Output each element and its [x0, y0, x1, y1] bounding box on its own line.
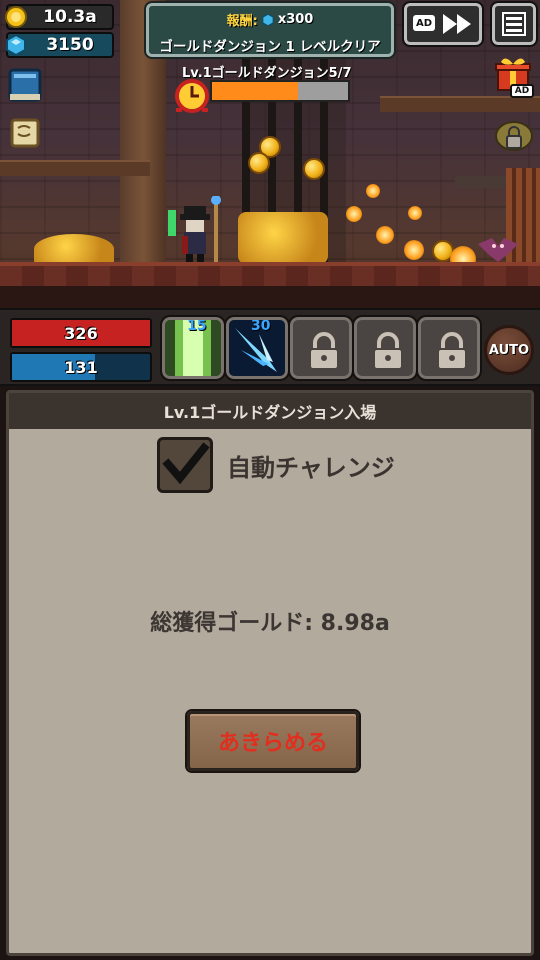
gold-coin-icon	[5, 6, 27, 28]
gold-coin	[248, 152, 270, 174]
dungeon-entry-dialog: Lv.1ゴールドダンジョン入場 自動チャレンジ 総獲得ゴールド: 8.98a あ…	[6, 390, 534, 956]
give-up-button[interactable]: あきらめる	[185, 709, 361, 773]
gem-icon	[6, 33, 26, 57]
spellbook-icon[interactable]	[4, 64, 46, 106]
gem-counter: 3150	[6, 32, 114, 58]
skill-slot-2[interactable]: 30	[224, 315, 290, 381]
auto-challenge-toggle[interactable]: 自動チャレンジ	[157, 437, 395, 493]
gold-pile	[34, 234, 114, 264]
wooden-beam	[0, 160, 150, 176]
spark	[376, 226, 394, 244]
auto-challenge-checkbox[interactable]	[157, 437, 213, 493]
reward-amount: x300	[277, 12, 314, 27]
skill-bar: 326 131 15 30 AUTO	[0, 308, 540, 386]
floor-shadow	[0, 286, 540, 308]
stage-progress-fill	[212, 82, 298, 100]
locked-pet-icon[interactable]	[490, 112, 538, 160]
enemy-bat	[478, 238, 518, 262]
gift-ad-badge: AD	[510, 84, 534, 98]
mp-bar: 131	[10, 352, 152, 382]
scroll-icon[interactable]	[4, 112, 46, 154]
menu-button[interactable]	[490, 1, 538, 47]
skill-slot-1[interactable]: 15	[160, 315, 226, 381]
skill-2-count: 30	[251, 318, 271, 334]
spark	[366, 184, 380, 198]
stage-progress-label: Lv.1ゴールドダンジョン5/7	[182, 66, 352, 81]
lock-icon	[309, 332, 339, 370]
quest-description: ゴールドダンジョン 1 レベルクリア	[159, 39, 381, 55]
spark	[346, 206, 362, 222]
gem-amount: 3150	[46, 35, 94, 55]
spark	[404, 240, 424, 260]
lock-icon	[437, 332, 467, 370]
locked-skill-slot[interactable]	[288, 315, 354, 381]
stage-progress-bar	[210, 80, 350, 102]
lock-icon	[373, 332, 403, 370]
hero-character	[168, 196, 221, 264]
gold-pile	[238, 212, 328, 264]
hp-value: 326	[64, 323, 98, 343]
total-gold-text: 総獲得ゴールド: 8.98a	[150, 611, 390, 636]
spark	[408, 206, 422, 220]
menu-icon	[502, 12, 526, 36]
reward-label: 報酬:	[226, 14, 258, 29]
quest-reward-panel[interactable]: 報酬: x300 ゴールドダンジョン 1 レベルクリア	[144, 1, 396, 59]
gift-ad-button[interactable]: AD	[490, 52, 538, 100]
mp-value: 131	[64, 357, 98, 377]
locked-skill-slot[interactable]	[416, 315, 482, 381]
dialog-title: Lv.1ゴールドダンジョン入場	[9, 393, 531, 429]
gold-amount: 10.3a	[43, 7, 97, 27]
hp-bar: 326	[10, 318, 152, 348]
checkmark-icon	[162, 442, 210, 485]
auto-challenge-label: 自動チャレンジ	[227, 453, 395, 482]
gem-icon	[261, 12, 274, 27]
skill-1-count: 15	[187, 318, 207, 334]
ad-speedup-button[interactable]: AD	[402, 1, 484, 47]
ad-badge: AD	[413, 15, 435, 31]
auto-button[interactable]: AUTO	[484, 325, 534, 375]
gold-coin	[303, 158, 325, 180]
locked-skill-slot[interactable]	[352, 315, 418, 381]
gold-counter: 10.3a	[5, 4, 114, 30]
fast-forward-icon	[443, 14, 471, 34]
